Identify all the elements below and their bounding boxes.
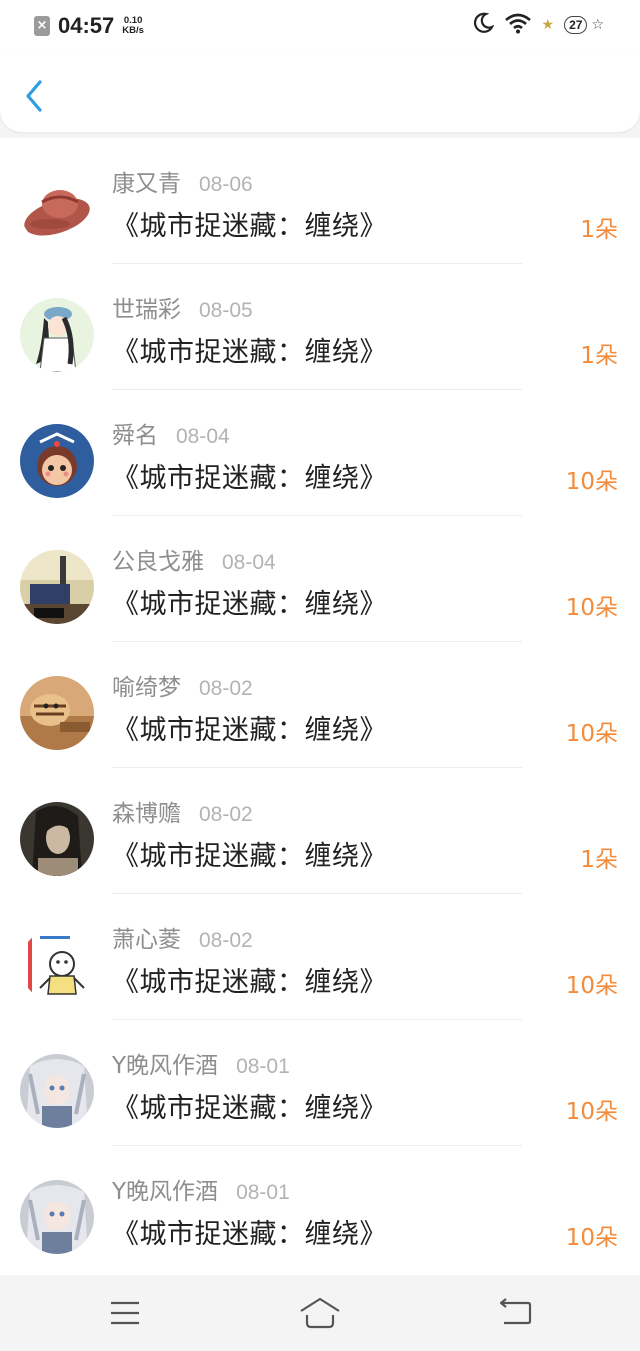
work-title[interactable]: 《城市捉迷藏：缠绕》 — [112, 1086, 387, 1125]
return-icon — [499, 1298, 532, 1325]
flower-count: 10朵 — [565, 721, 618, 747]
work-title[interactable]: 《城市捉迷藏：缠绕》 — [112, 582, 387, 621]
home-button[interactable] — [298, 1295, 342, 1331]
status-bar: × 04:57 0.10 KB/s ★ 27 ☆ — [0, 0, 640, 52]
anime-girl-avatar-icon — [20, 1054, 94, 1128]
list-item[interactable]: Y晚风作酒 08-01 《城市捉迷藏：缠绕》 10朵 — [0, 1146, 640, 1272]
item-meta: 康又青 08-06 — [112, 164, 253, 198]
user-name[interactable]: 喻绮梦 — [112, 668, 181, 702]
avatar[interactable] — [20, 928, 94, 1002]
room-photo-avatar-icon — [20, 550, 94, 624]
avatar[interactable] — [20, 676, 94, 750]
user-name[interactable]: 公良戈雅 — [112, 542, 204, 576]
star-icon: ★ — [541, 17, 555, 33]
gift-date: 08-01 — [236, 1055, 290, 1078]
avatar[interactable] — [20, 802, 94, 876]
gift-date: 08-02 — [199, 929, 253, 952]
flower-count: 1朵 — [580, 343, 618, 369]
avatar[interactable] — [20, 1054, 94, 1128]
chevron-left-icon — [26, 80, 42, 112]
moon-icon — [472, 12, 495, 38]
item-meta: 世瑞彩 08-05 — [112, 290, 253, 324]
cowboy-hat-avatar-icon — [20, 172, 94, 246]
gift-date: 08-05 — [199, 299, 253, 322]
user-name[interactable]: 舜名 — [112, 416, 158, 450]
item-meta: 公良戈雅 08-04 — [112, 542, 276, 576]
cartoon-face-avatar-icon — [20, 424, 94, 498]
list-item[interactable]: 萧心菱 08-02 《城市捉迷藏：缠绕》 10朵 — [0, 894, 640, 1020]
user-name[interactable]: 世瑞彩 — [112, 290, 181, 324]
user-name[interactable]: Y晚风作酒 — [112, 1172, 218, 1206]
anime-girl-avatar-icon — [20, 1180, 94, 1254]
item-meta: 萧心菱 08-02 — [112, 920, 253, 954]
list-item[interactable]: 康又青 08-06 《城市捉迷藏：缠绕》 1朵 — [0, 138, 640, 264]
system-nav-bar — [0, 1275, 640, 1351]
flower-count: 10朵 — [565, 595, 618, 621]
flower-count: 10朵 — [565, 1225, 618, 1251]
battery-indicator: 27 — [564, 16, 588, 34]
wifi-icon — [504, 12, 532, 38]
avatar[interactable] — [20, 172, 94, 246]
item-meta: 喻绮梦 08-02 — [112, 668, 253, 702]
item-meta: Y晚风作酒 08-01 — [112, 1046, 290, 1080]
item-meta: 舜名 08-04 — [112, 416, 230, 450]
status-right: ★ 27 ☆ — [472, 12, 604, 38]
user-name[interactable]: Y晚风作酒 — [112, 1046, 218, 1080]
work-title[interactable]: 《城市捉迷藏：缠绕》 — [112, 456, 387, 495]
list-item[interactable]: 舜名 08-04 《城市捉迷藏：缠绕》 10朵 — [0, 390, 640, 516]
gift-date: 08-02 — [199, 677, 253, 700]
back-nav-button[interactable] — [496, 1295, 536, 1331]
flower-count: 10朵 — [565, 469, 618, 495]
work-title[interactable]: 《城市捉迷藏：缠绕》 — [112, 708, 387, 747]
list-item[interactable]: 喻绮梦 08-02 《城市捉迷藏：缠绕》 10朵 — [0, 642, 640, 768]
gift-date: 08-04 — [222, 551, 276, 574]
list-item[interactable]: Y晚风作酒 08-01 《城市捉迷藏：缠绕》 10朵 — [0, 1020, 640, 1146]
cartoon-girl-avatar-icon — [20, 298, 94, 372]
page-header — [0, 52, 640, 132]
work-title[interactable]: 《城市捉迷藏：缠绕》 — [112, 834, 387, 873]
gift-list: 康又青 08-06 《城市捉迷藏：缠绕》 1朵 世瑞彩 08-05 《城市捉迷藏… — [0, 138, 640, 1275]
flower-count: 1朵 — [580, 217, 618, 243]
list-item[interactable]: 森博赡 08-02 《城市捉迷藏：缠绕》 1朵 — [0, 768, 640, 894]
avatar[interactable] — [20, 550, 94, 624]
gift-date: 08-06 — [199, 173, 253, 196]
doodle-character-avatar-icon — [20, 928, 94, 1002]
user-name[interactable]: 萧心菱 — [112, 920, 181, 954]
list-item[interactable]: 公良戈雅 08-04 《城市捉迷藏：缠绕》 10朵 — [0, 516, 640, 642]
status-time: 04:57 — [58, 13, 115, 38]
gift-date: 08-01 — [236, 1181, 290, 1204]
item-meta: 森博赡 08-02 — [112, 794, 253, 828]
user-name[interactable]: 康又青 — [112, 164, 181, 198]
star-outline-icon: ☆ — [591, 17, 604, 33]
work-title[interactable]: 《城市捉迷藏：缠绕》 — [112, 204, 387, 243]
home-icon — [300, 1297, 340, 1329]
status-left: × 04:57 0.10 KB/s — [34, 13, 144, 39]
list-item[interactable]: 世瑞彩 08-05 《城市捉迷藏：缠绕》 1朵 — [0, 264, 640, 390]
menu-icon — [111, 1301, 139, 1325]
gift-date: 08-04 — [176, 425, 230, 448]
avatar[interactable] — [20, 1180, 94, 1254]
tiger-toy-avatar-icon — [20, 676, 94, 750]
avatar[interactable] — [20, 298, 94, 372]
flower-count: 10朵 — [565, 1099, 618, 1125]
back-button[interactable] — [20, 78, 50, 114]
avatar[interactable] — [20, 424, 94, 498]
menu-button[interactable] — [105, 1295, 145, 1331]
network-speed-unit: KB/s — [122, 25, 144, 36]
flower-count: 1朵 — [580, 847, 618, 873]
flower-count: 10朵 — [565, 973, 618, 999]
network-speed: 0.10 KB/s — [122, 16, 144, 36]
no-sim-icon: × — [34, 16, 50, 36]
work-title[interactable]: 《城市捉迷藏：缠绕》 — [112, 960, 387, 999]
user-name[interactable]: 森博赡 — [112, 794, 181, 828]
work-title[interactable]: 《城市捉迷藏：缠绕》 — [112, 1212, 387, 1251]
dark-portrait-avatar-icon — [20, 802, 94, 876]
gift-date: 08-02 — [199, 803, 253, 826]
work-title[interactable]: 《城市捉迷藏：缠绕》 — [112, 330, 387, 369]
item-meta: Y晚风作酒 08-01 — [112, 1172, 290, 1206]
